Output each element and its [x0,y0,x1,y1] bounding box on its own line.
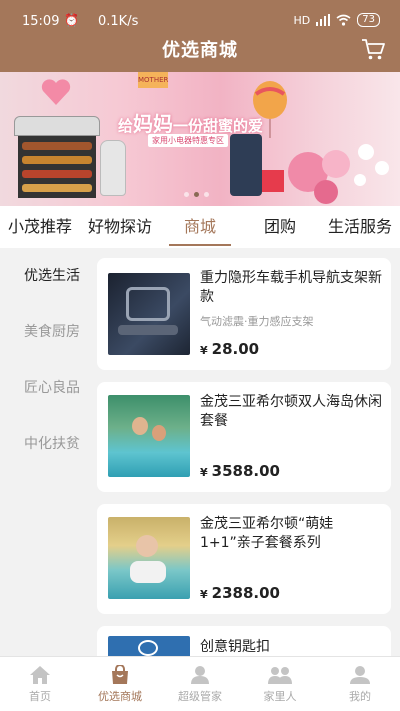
nav-family[interactable]: 家里人 [240,657,320,711]
banner-gift-image [262,170,284,192]
shopping-cart-icon[interactable] [360,36,386,62]
nav-home[interactable]: 首页 [0,657,80,711]
product-image-car-mount [108,273,190,355]
sidebar-item-premium-life[interactable]: 优选生活 [0,248,104,304]
sidebar-item-poverty-aid[interactable]: 中化扶贫 [0,416,104,472]
tab-life-service[interactable]: 生活服务 [320,206,400,248]
product-name: 重力隐形车载手机导航支架新款 [200,270,382,305]
tab-group-buy[interactable]: 团购 [240,206,320,248]
product-card[interactable]: 创意钥匙扣 [97,626,391,656]
tab-discover[interactable]: 好物探访 [80,206,160,248]
category-sidebar: 优选生活 美食厨房 匠心良品 中化扶贫 [0,248,104,656]
sidebar-item-kitchen[interactable]: 美食厨房 [0,304,104,360]
balloon-icon [253,81,287,138]
signal-icon [316,14,331,26]
hd-indicator: HD [293,13,311,27]
product-desc: 气动滤震·重力感应支架 [200,315,314,328]
nav-butler[interactable]: 超级管家 [160,657,240,711]
banner-slogan: 给妈妈一份甜蜜的爱 [118,112,264,136]
heart-icon [41,79,71,105]
bottom-nav: 首页 优选商城 超级管家 家里人 我的 [0,656,400,711]
carousel-dot[interactable] [184,192,189,197]
banner-dehydrator-image [14,116,100,198]
nav-mall[interactable]: 优选商城 [80,657,160,711]
app-header: 15:09 ⏰ 0.1K/s HD 73 优选商城 [0,0,400,72]
banner-tag: MOTHER [138,72,168,88]
product-image-island-resort [108,395,190,477]
nav-family-label: 家里人 [263,690,297,703]
banner-subtag: 家用小电器特惠专区 [148,134,228,147]
product-card[interactable]: 金茂三亚希尔顿“萌娃1+1”亲子套餐系列 ¥2388.00 [97,504,391,614]
status-bar: 15:09 ⏰ 0.1K/s HD 73 [0,0,400,30]
product-price: ¥3588.00 [200,462,280,480]
nav-butler-label: 超级管家 [178,690,222,703]
page-title: 优选商城 [162,40,238,61]
nav-mall-label: 优选商城 [98,690,142,703]
product-image-family-package [108,517,190,599]
nav-home-label: 首页 [29,690,51,703]
product-name: 金茂三亚希尔顿“萌娃1+1”亲子套餐系列 [200,516,334,551]
status-right: HD 73 [294,13,380,27]
nav-profile[interactable]: 我的 [320,657,400,711]
product-name: 创意钥匙扣 [200,639,270,655]
carousel-dot-active[interactable] [194,192,199,197]
nav-profile-label: 我的 [349,690,371,703]
banner-kettle-image [100,140,126,196]
profile-icon [350,666,370,684]
product-name: 金茂三亚希尔顿双人海岛休闲套餐 [200,394,382,429]
product-card[interactable]: 金茂三亚希尔顿双人海岛休闲套餐 ¥3588.00 [97,382,391,492]
carousel-dot[interactable] [204,192,209,197]
product-image-keychain [108,636,190,656]
product-card[interactable]: 重力隐形车载手机导航支架新款 气动滤震·重力感应支架 ¥28.00 [97,258,391,370]
category-tabs: 小茂推荐 好物探访 商城 团购 生活服务 [0,206,400,248]
banner-blender-image [230,134,262,196]
product-list: 重力隐形车载手机导航支架新款 气动滤震·重力感应支架 ¥28.00 金茂三亚希尔… [97,258,391,656]
home-icon [30,666,50,684]
tab-mall[interactable]: 商城 [160,206,240,248]
family-icon [268,667,292,684]
status-time: 15:09 [22,14,60,29]
tab-recommend[interactable]: 小茂推荐 [0,206,80,248]
network-speed: 0.1K/s [98,14,139,29]
wifi-icon [336,14,351,26]
promo-banner[interactable]: MOTHER 给妈妈一份甜蜜的爱 家用小电器特惠专区 [0,72,400,206]
alarm-icon: ⏰ [64,13,79,27]
shopping-bag-icon [112,665,128,684]
butler-icon [191,666,209,684]
flowers-image [288,144,389,204]
carousel-indicator [184,192,209,197]
product-price: ¥2388.00 [200,584,280,602]
battery-indicator: 73 [357,13,380,27]
product-price: ¥28.00 [200,340,260,358]
sidebar-item-crafts[interactable]: 匠心良品 [0,360,104,416]
